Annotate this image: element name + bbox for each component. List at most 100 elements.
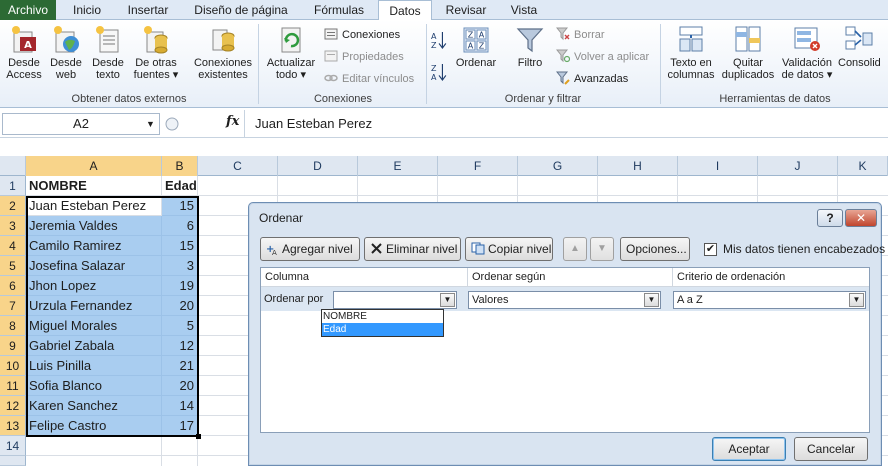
cell-a9[interactable]: Gabriel Zabala <box>26 336 162 356</box>
cell-b1[interactable]: Edad <box>162 176 198 196</box>
chevron-down-icon[interactable]: ▼ <box>849 293 864 307</box>
from-other-sources-button[interactable]: De otras fuentes ▾ <box>130 22 182 81</box>
text-to-columns-button[interactable]: Texto en columnas <box>664 22 718 81</box>
clear-filter-button[interactable]: Borrar <box>556 27 605 43</box>
help-button[interactable]: ? <box>817 209 843 227</box>
insert-function-icon[interactable]: fx <box>226 114 239 129</box>
sort-z-a-button[interactable]: ZA <box>431 62 451 82</box>
row-header[interactable]: 12 <box>0 396 26 416</box>
sort-button[interactable]: Z A A Z Ordenar <box>452 22 500 69</box>
row-header[interactable]: 8 <box>0 316 26 336</box>
tab-vista[interactable]: Vista <box>500 0 548 20</box>
from-text-button[interactable]: Desde texto <box>88 22 128 81</box>
consolidate-button[interactable]: Consolid <box>838 22 888 69</box>
from-access-button[interactable]: A Desde Access <box>4 22 44 81</box>
edit-links-button[interactable]: Editar vínculos <box>324 71 414 87</box>
row-header[interactable]: 9 <box>0 336 26 356</box>
tab-insertar[interactable]: Insertar <box>116 0 180 20</box>
cell-a5[interactable]: Josefina Salazar <box>26 256 162 276</box>
close-button[interactable]: ✕ <box>845 209 877 227</box>
filter-button[interactable]: Filtro <box>510 22 550 69</box>
row-header[interactable]: 6 <box>0 276 26 296</box>
cell-b10[interactable]: 21 <box>162 356 198 376</box>
cell-b7[interactable]: 20 <box>162 296 198 316</box>
cell-a2[interactable]: Juan Esteban Perez <box>26 196 162 216</box>
column-header-g[interactable]: G <box>518 156 598 176</box>
cell-b2[interactable]: 15 <box>162 196 198 216</box>
column-header-d[interactable]: D <box>278 156 358 176</box>
cancel-button[interactable]: Cancelar <box>794 437 868 461</box>
row-header[interactable]: 14 <box>0 436 26 456</box>
cell-b4[interactable]: 15 <box>162 236 198 256</box>
tab-diseno-pagina[interactable]: Diseño de página <box>184 0 298 20</box>
select-all-corner[interactable] <box>0 156 26 176</box>
sort-order-select[interactable]: A a Z ▼ <box>673 291 866 309</box>
add-level-button[interactable]: + A Agregar nivel <box>260 237 360 261</box>
tab-formulas[interactable]: Fórmulas <box>302 0 376 20</box>
column-header-h[interactable]: H <box>598 156 678 176</box>
delete-level-button[interactable]: Eliminar nivel <box>364 237 461 261</box>
tab-inicio[interactable]: Inicio <box>62 0 112 20</box>
cell-b12[interactable]: 14 <box>162 396 198 416</box>
cell-a10[interactable]: Luis Pinilla <box>26 356 162 376</box>
chevron-down-icon[interactable]: ▼ <box>440 293 455 307</box>
cell-a1[interactable]: NOMBRE <box>26 176 162 196</box>
cell-b6[interactable]: 19 <box>162 276 198 296</box>
connections-button[interactable]: Conexiones <box>324 27 400 43</box>
row-header[interactable]: 4 <box>0 236 26 256</box>
cell-b8[interactable]: 5 <box>162 316 198 336</box>
fill-handle[interactable] <box>196 434 201 439</box>
move-down-button[interactable]: ▼ <box>590 237 614 261</box>
row-header[interactable]: 7 <box>0 296 26 316</box>
column-header-j[interactable]: J <box>758 156 838 176</box>
advanced-filter-button[interactable]: Avanzadas <box>556 71 628 87</box>
column-header-i[interactable]: I <box>678 156 758 176</box>
name-box[interactable]: A2 <box>2 113 160 135</box>
reapply-button[interactable]: Volver a aplicar <box>556 49 649 65</box>
data-validation-button[interactable]: Validación de datos ▾ <box>778 22 836 81</box>
cell-a8[interactable]: Miguel Morales <box>26 316 162 336</box>
accept-button[interactable]: Aceptar <box>712 437 786 461</box>
cell-b11[interactable]: 20 <box>162 376 198 396</box>
column-header-f[interactable]: F <box>438 156 518 176</box>
options-button[interactable]: Opciones... <box>620 237 690 261</box>
column-header-b[interactable]: B <box>162 156 198 176</box>
cell-b9[interactable]: 12 <box>162 336 198 356</box>
column-header-c[interactable]: C <box>198 156 278 176</box>
tab-revisar[interactable]: Revisar <box>436 0 496 20</box>
cell-b3[interactable]: 6 <box>162 216 198 236</box>
sort-on-select[interactable]: Valores ▼ <box>468 291 661 309</box>
sort-a-z-button[interactable]: AZ <box>431 30 451 50</box>
tab-datos[interactable]: Datos <box>378 0 432 21</box>
move-up-button[interactable]: ▲ <box>563 237 587 261</box>
cell-a11[interactable]: Sofia Blanco <box>26 376 162 396</box>
column-header-a[interactable]: A <box>26 156 162 176</box>
cell-b13[interactable]: 17 <box>162 416 198 436</box>
row-header[interactable] <box>0 456 26 466</box>
column-header-k[interactable]: K <box>838 156 888 176</box>
remove-duplicates-button[interactable]: Quitar duplicados <box>720 22 776 81</box>
existing-connections-button[interactable]: Conexiones existentes <box>190 22 256 81</box>
cell-a12[interactable]: Karen Sanchez <box>26 396 162 416</box>
cell-a4[interactable]: Camilo Ramirez <box>26 236 162 256</box>
dropdown-option-edad[interactable]: Edad <box>322 323 443 336</box>
formula-input[interactable]: Juan Esteban Perez <box>244 110 888 138</box>
chevron-down-icon[interactable]: ▼ <box>644 293 659 307</box>
row-header[interactable]: 5 <box>0 256 26 276</box>
row-header[interactable]: 13 <box>0 416 26 436</box>
tab-archivo[interactable]: Archivo <box>0 0 56 20</box>
from-web-button[interactable]: Desde web <box>46 22 86 81</box>
copy-level-button[interactable]: Copiar nivel <box>465 237 553 261</box>
row-header[interactable]: 2 <box>0 196 26 216</box>
cell-a13[interactable]: Felipe Castro <box>26 416 162 436</box>
chevron-down-icon[interactable]: ▼ <box>146 119 155 129</box>
column-header-e[interactable]: E <box>358 156 438 176</box>
headers-checkbox[interactable]: ✔ <box>704 243 717 256</box>
cell-a7[interactable]: Urzula Fernandez <box>26 296 162 316</box>
cell-b5[interactable]: 3 <box>162 256 198 276</box>
row-header[interactable]: 3 <box>0 216 26 236</box>
row-header[interactable]: 11 <box>0 376 26 396</box>
dropdown-option-nombre[interactable]: NOMBRE <box>322 310 443 323</box>
properties-button[interactable]: Propiedades <box>324 49 404 65</box>
resize-handle-icon[interactable] <box>164 116 180 132</box>
